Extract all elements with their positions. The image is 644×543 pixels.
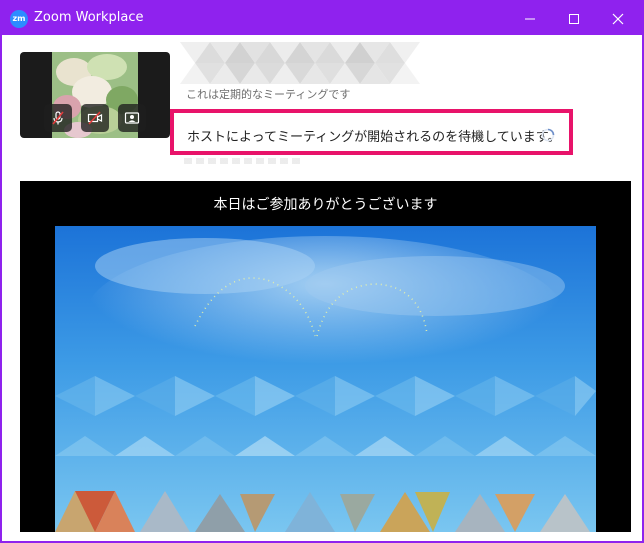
self-video-preview: [20, 52, 170, 138]
zoom-logo-icon: zm: [10, 10, 28, 28]
loading-spinner-icon: [541, 128, 555, 142]
minimize-icon: [525, 18, 535, 19]
portrait-icon: [124, 112, 140, 124]
mute-button[interactable]: [44, 104, 72, 132]
meeting-subtitle: これは定期的なミーティングです: [186, 88, 351, 101]
waiting-message-highlight: ホストによってミーティングが開始されるのを待機しています。: [170, 109, 573, 155]
stop-video-button[interactable]: [81, 104, 109, 132]
waiting-message: ホストによってミーティングが開始されるのを待機しています。: [187, 130, 561, 145]
title-bar[interactable]: zm Zoom Workplace: [2, 2, 642, 35]
maximize-button[interactable]: [553, 2, 595, 35]
minimize-button[interactable]: [509, 2, 551, 35]
video-title: 本日はご参加ありがとうございます: [213, 197, 438, 213]
maximize-icon: [569, 13, 579, 24]
window-title: Zoom Workplace: [34, 10, 144, 25]
video-off-icon: [87, 111, 103, 125]
microphone-muted-icon: [52, 111, 64, 125]
meeting-topic-redacted: [180, 42, 420, 84]
waiting-room-video: 本日はご参加ありがとうございます: [20, 181, 631, 532]
close-button[interactable]: [597, 2, 639, 35]
faded-text-line: [184, 158, 304, 164]
close-icon: [612, 13, 624, 24]
zoom-window: zm Zoom Workplace これは定期的なミーティングです ホストによっ…: [0, 0, 644, 543]
virtual-background-button[interactable]: [118, 104, 146, 132]
sky-background-image: [55, 226, 596, 532]
